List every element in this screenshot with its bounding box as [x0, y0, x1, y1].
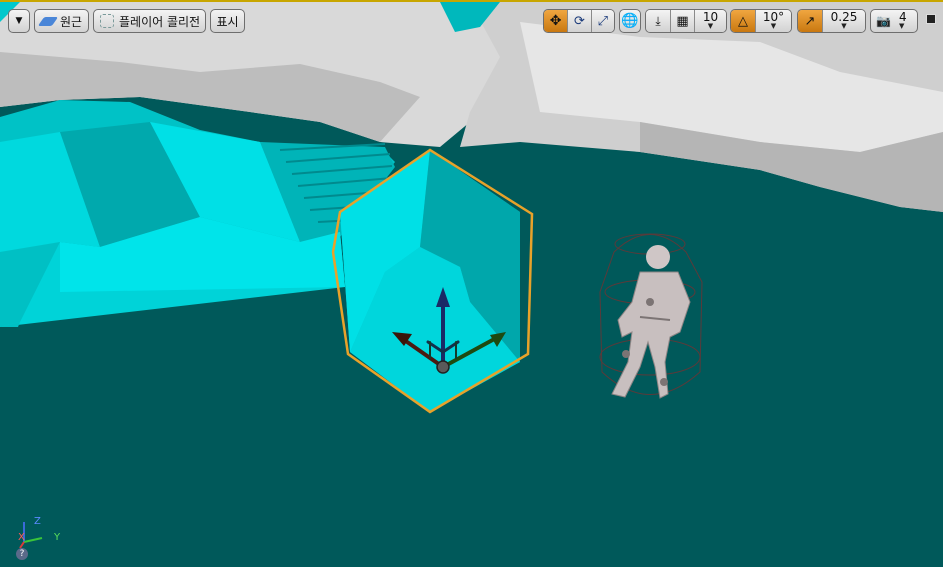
display-menu-button[interactable]: 표시	[210, 9, 245, 33]
scale-snap-icon: ↗	[804, 13, 816, 29]
maximize-viewport-button[interactable]	[926, 14, 938, 26]
globe-icon: 🌐	[621, 13, 639, 29]
scale-snap-group: ↗ 0.25 ▼	[797, 9, 866, 33]
maximize-icon	[926, 14, 936, 24]
scale-icon: ⤢	[597, 13, 609, 29]
perspective-icon	[37, 16, 59, 26]
grid-snap-value-dropdown[interactable]: 10 ▼	[694, 10, 726, 32]
chevron-down-icon: ▼	[898, 22, 905, 30]
world-space-button[interactable]: 🌐	[619, 9, 641, 33]
translate-mode-button[interactable]: ✥	[544, 10, 568, 32]
display-menu-label: 표시	[216, 14, 239, 29]
transform-mode-group: ✥ ⟳ ⤢	[543, 9, 615, 33]
camera-speed-button[interactable]: 📷 4 ▼	[870, 9, 918, 33]
collision-view-icon	[100, 14, 114, 28]
viewport-options-dropdown[interactable]: ▼	[8, 9, 30, 33]
chevron-down-icon: ▼	[15, 16, 23, 26]
axis-indicator: Z Y X ?	[12, 514, 72, 564]
translate-icon: ✥	[549, 13, 562, 29]
surface-snap-button[interactable]: ⤓	[646, 10, 670, 32]
grid-icon: ▦	[676, 13, 689, 29]
grid-snap-group: ⤓ ▦ 10 ▼	[645, 9, 727, 33]
camera-speed-icon: 📷	[876, 14, 891, 28]
scale-snap-toggle[interactable]: ↗	[798, 10, 822, 32]
angle-icon: △	[738, 13, 748, 29]
rotation-snap-value-dropdown[interactable]: 10° ▼	[755, 10, 791, 32]
level-viewport[interactable]: ▼ 원근 플레이어 콜리전 표시 ✥ ⟳ ⤢ 🌐 ⤓ ▦ 10 ▼ △ 10° …	[0, 0, 943, 567]
view-mode-button[interactable]: 원근	[34, 9, 89, 33]
rotation-snap-group: △ 10° ▼	[730, 9, 792, 33]
chevron-down-icon: ▼	[707, 22, 714, 30]
show-mode-button[interactable]: 플레이어 콜리전	[93, 9, 206, 33]
viewport-scene[interactable]	[0, 2, 943, 567]
chevron-down-icon: ▼	[841, 22, 847, 30]
scale-snap-value-dropdown[interactable]: 0.25 ▼	[822, 10, 865, 32]
help-icon[interactable]: ?	[16, 548, 28, 560]
chevron-down-icon: ▼	[770, 22, 777, 30]
show-mode-label: 플레이어 콜리전	[119, 14, 201, 29]
rotation-snap-toggle[interactable]: △	[731, 10, 755, 32]
view-mode-label: 원근	[60, 14, 83, 29]
scale-mode-button[interactable]: ⤢	[590, 10, 614, 32]
axis-y-label: Y	[54, 532, 61, 543]
axis-x-label: X	[18, 532, 25, 543]
axis-z-label: Z	[34, 516, 41, 527]
grid-snap-toggle[interactable]: ▦	[670, 10, 694, 32]
rotate-icon: ⟳	[574, 13, 585, 29]
rotate-mode-button[interactable]: ⟳	[567, 10, 591, 32]
surface-snap-icon: ⤓	[655, 13, 661, 28]
